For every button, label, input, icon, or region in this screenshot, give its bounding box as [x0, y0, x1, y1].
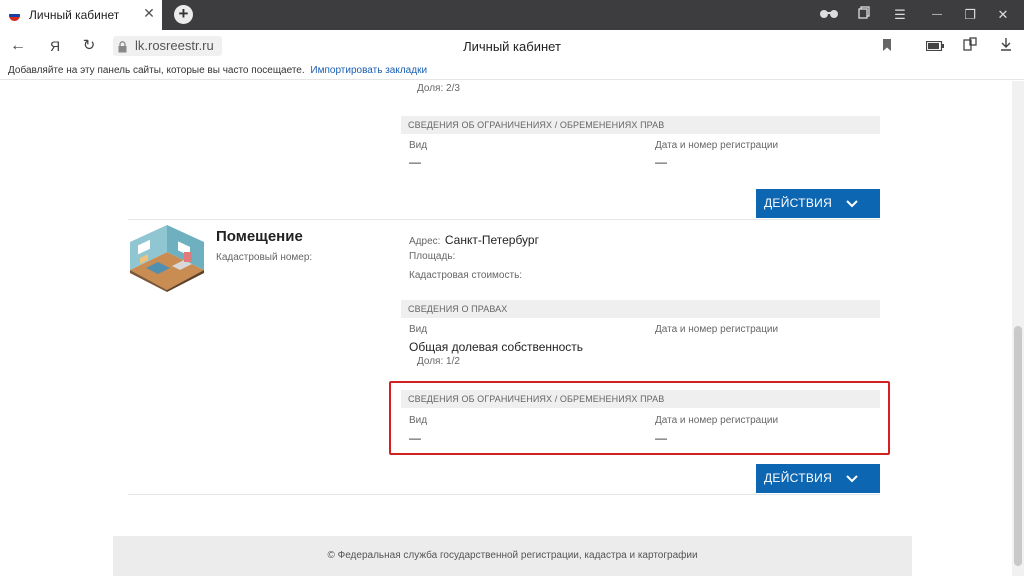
section-divider	[128, 219, 880, 220]
bookmarks-hint: Добавляйте на эту панель сайты, которые …	[8, 65, 305, 76]
bookmark-icon[interactable]	[878, 37, 896, 55]
cadastral-cost-label: Кадастровая стоимость:	[409, 270, 523, 281]
page-scrollbar[interactable]	[1012, 81, 1024, 576]
chevron-down-icon	[846, 464, 858, 493]
address-row: Адрес: Санкт-Петербург	[409, 231, 539, 249]
window-close-icon[interactable]: ✕	[994, 6, 1012, 24]
collections-icon[interactable]	[855, 6, 873, 24]
rights-header: СВЕДЕНИЯ О ПРАВАХ	[401, 300, 880, 318]
footer-text: © Федеральная служба государственной рег…	[327, 550, 698, 561]
area-label: Площадь:	[409, 251, 456, 262]
rights-reg-label: Дата и номер регистрации	[655, 324, 779, 335]
page-footer: © Федеральная служба государственной рег…	[113, 536, 912, 576]
extensions-icon[interactable]	[961, 37, 979, 55]
actions-button-top[interactable]: ДЕЙСТВИЯ	[756, 189, 880, 218]
cadastral-number-label: Кадастровый номер:	[216, 252, 313, 263]
new-tab-button[interactable]: +	[174, 5, 193, 24]
rights-kind-label: Вид	[409, 324, 428, 335]
russian-flag-icon	[9, 10, 20, 21]
chevron-down-icon	[846, 189, 858, 218]
room-illustration	[128, 224, 206, 292]
lock-icon	[118, 40, 127, 53]
restrictions-header-top: СВЕДЕНИЯ ОБ ОГРАНИЧЕНИЯХ / ОБРЕМЕНЕНИЯХ …	[401, 116, 880, 134]
browser-tab-bar: Личный кабинет ✕ + ☰ — ❐ ✕	[0, 0, 1024, 30]
actions-button[interactable]: ДЕЙСТВИЯ	[756, 464, 880, 493]
download-icon[interactable]	[997, 37, 1015, 55]
property-title: Помещение	[216, 228, 303, 245]
scrollbar-thumb[interactable]	[1014, 326, 1022, 566]
bookmarks-bar: Добавляйте на эту панель сайты, которые …	[0, 62, 1024, 80]
address-label: Адрес:	[409, 236, 441, 247]
tab-title: Личный кабинет	[29, 8, 120, 22]
url-text: lk.rosreestr.ru	[135, 38, 214, 53]
rights-kind-value: Общая долевая собственность	[409, 340, 584, 354]
address-bar: ← Я ↻ lk.rosreestr.ru Личный кабинет	[0, 30, 1024, 62]
browser-menu-icon[interactable]: ☰	[891, 6, 909, 24]
reg-value-top: —	[655, 155, 667, 169]
kind-value-top: —	[409, 155, 421, 169]
kind-label-top: Вид	[409, 140, 428, 151]
url-field[interactable]: lk.rosreestr.ru	[113, 36, 222, 56]
battery-icon[interactable]	[925, 37, 945, 55]
import-bookmarks-link[interactable]: Импортировать закладки	[310, 65, 427, 76]
reload-icon[interactable]: ↻	[80, 37, 98, 55]
reg-label-top: Дата и номер регистрации	[655, 140, 779, 151]
yandex-logo-icon[interactable]: Я	[46, 37, 64, 55]
reader-mode-icon[interactable]	[818, 6, 840, 24]
page-content: Доля: 2/3 СВЕДЕНИЯ ОБ ОГРАНИЧЕНИЯХ / ОБР…	[0, 81, 1012, 576]
tab-close-icon[interactable]: ✕	[142, 6, 156, 20]
share-label-top: Доля: 2/3	[417, 83, 460, 94]
address-value: Санкт-Петербург	[444, 233, 539, 247]
highlight-frame	[389, 381, 890, 455]
actions-label: ДЕЙСТВИЯ	[764, 471, 833, 485]
back-arrow-icon[interactable]: ←	[9, 37, 27, 55]
restore-icon[interactable]: ❐	[961, 6, 979, 24]
actions-label-top: ДЕЙСТВИЯ	[764, 196, 833, 210]
minimize-icon[interactable]: —	[928, 6, 946, 24]
section-divider	[128, 494, 880, 495]
browser-tab-active[interactable]: Личный кабинет ✕	[0, 0, 162, 30]
share-label: Доля: 1/2	[417, 356, 460, 367]
